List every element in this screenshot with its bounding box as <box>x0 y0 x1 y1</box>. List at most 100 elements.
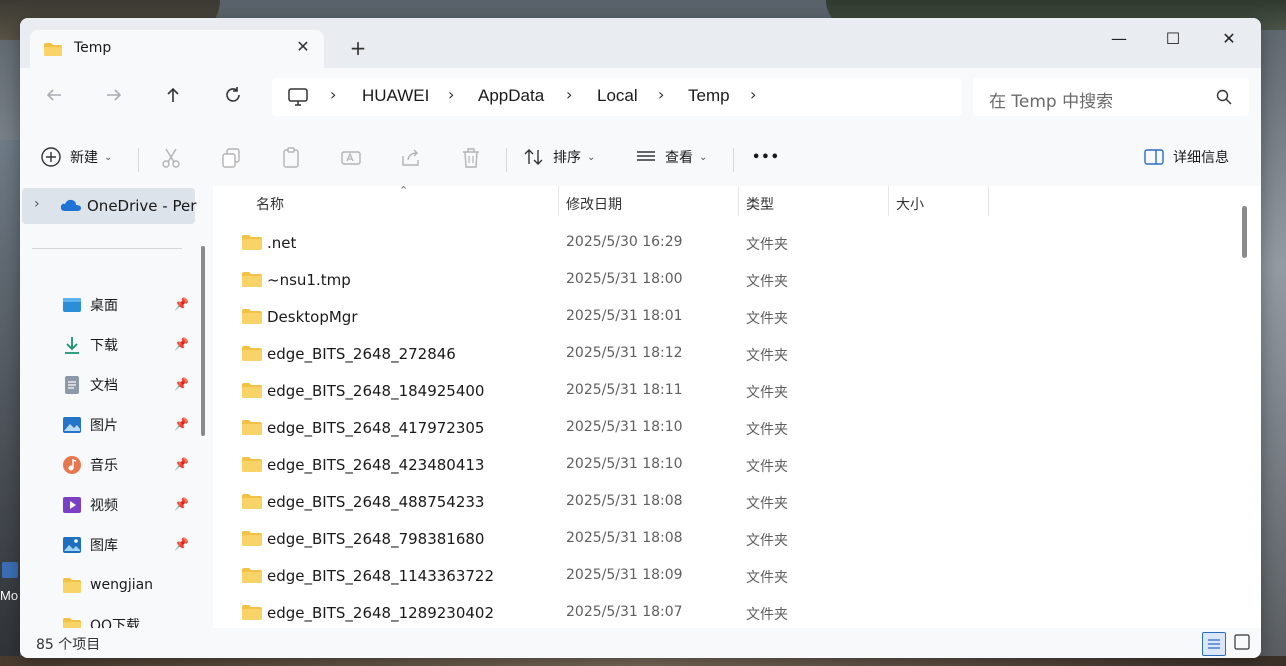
search-icon[interactable] <box>1215 88 1233 106</box>
file-date: 2025/5/31 18:00 <box>566 271 683 287</box>
arrow-up-icon <box>167 87 179 102</box>
chevron-down-icon: ⌄ <box>104 151 113 163</box>
sidebar-item-gallery[interactable]: 图库 <box>62 532 118 558</box>
folder-icon <box>242 272 262 287</box>
rename-icon[interactable] <box>339 146 363 170</box>
pin-icon[interactable]: 📌 <box>174 337 189 351</box>
file-row[interactable]: edge_BITS_2648_184925400 2025/5/31 18:11 文… <box>213 372 1213 409</box>
file-row[interactable]: edge_BITS_2648_798381680 2025/5/31 18:08 文… <box>213 520 1213 557</box>
column-header-date[interactable]: 修改日期 <box>566 194 622 214</box>
sidebar-item-music[interactable]: 音乐 <box>62 452 118 478</box>
file-row[interactable]: edge_BITS_2648_1143363722 2025/5/31 18:09… <box>213 557 1213 594</box>
search-input[interactable]: 在 Temp 中搜索 <box>989 87 1113 112</box>
close-window-button[interactable]: ✕ <box>1206 24 1252 54</box>
pin-icon[interactable]: 📌 <box>174 497 189 511</box>
pin-icon[interactable]: 📌 <box>174 297 189 311</box>
cut-icon[interactable] <box>159 146 183 170</box>
chevron-right-icon[interactable]: › <box>658 85 664 104</box>
forward-button[interactable] <box>100 84 128 112</box>
chevron-right-icon[interactable]: › <box>448 85 454 104</box>
folder-icon <box>242 383 262 398</box>
sidebar-item-pictures[interactable]: 图片 <box>62 412 118 438</box>
file-name[interactable]: edge_BITS_2648_423480413 <box>267 456 484 474</box>
view-button[interactable]: 查看 ⌄ <box>635 142 707 172</box>
status-bar: 85 个项目 <box>20 628 1261 658</box>
search-box[interactable]: 在 Temp 中搜索 <box>973 78 1249 116</box>
column-header-size[interactable]: 大小 <box>896 194 924 214</box>
folder-icon <box>242 309 262 324</box>
tiles-view-icon[interactable] <box>1234 634 1250 650</box>
file-row[interactable]: DesktopMgr 2025/5/31 18:01 文件夹 <box>213 298 1213 335</box>
file-type: 文件夹 <box>746 348 788 364</box>
file-row[interactable]: edge_BITS_2648_272846 2025/5/31 18:12 文件夹 <box>213 335 1213 372</box>
sidebar-scrollbar[interactable] <box>201 246 205 436</box>
tab-temp[interactable]: Temp ✕ <box>30 30 324 68</box>
folder-icon <box>242 605 262 620</box>
address-bar[interactable]: › HUAWEI › AppData › Local › Temp › <box>272 78 962 116</box>
file-name[interactable]: .net <box>267 234 296 252</box>
sidebar-item-wengjian[interactable]: wengjian <box>62 572 153 598</box>
file-name[interactable]: edge_BITS_2648_417972305 <box>267 419 484 437</box>
file-row[interactable]: edge_BITS_2648_423480413 2025/5/31 18:10 文… <box>213 446 1213 483</box>
sort-button[interactable]: 排序 ⌄ <box>523 142 595 172</box>
minimize-button[interactable]: — <box>1096 24 1142 54</box>
refresh-button[interactable] <box>219 84 247 112</box>
sidebar-item-documents[interactable]: 文档 <box>62 372 118 398</box>
pin-icon[interactable]: 📌 <box>174 417 189 431</box>
more-options-button[interactable]: ••• <box>752 142 780 172</box>
pin-icon[interactable]: 📌 <box>174 457 189 471</box>
file-row[interactable]: edge_BITS_2648_1289230402 2025/5/31 18:07… <box>213 594 1213 631</box>
paste-icon[interactable] <box>279 146 303 170</box>
column-header-name[interactable]: 名称 <box>256 194 284 214</box>
file-name[interactable]: edge_BITS_2648_1143363722 <box>267 567 494 585</box>
folder-icon <box>242 235 262 250</box>
file-name[interactable]: edge_BITS_2648_184925400 <box>267 382 484 400</box>
chevron-right-icon[interactable]: › <box>34 196 40 212</box>
desktop-shortcut-label[interactable]: Mo <box>0 588 18 603</box>
chevron-right-icon[interactable]: › <box>330 85 336 104</box>
new-button[interactable]: 新建 ⌄ <box>40 142 112 172</box>
copy-icon[interactable] <box>219 146 243 170</box>
breadcrumb-appdata[interactable]: AppData <box>478 86 544 106</box>
file-name[interactable]: edge_BITS_2648_488754233 <box>267 493 484 511</box>
up-button[interactable] <box>159 84 187 112</box>
file-row[interactable]: .net 2025/5/30 16:29 文件夹 <box>213 224 1213 261</box>
pin-icon[interactable]: 📌 <box>174 377 189 391</box>
details-view-button[interactable] <box>1202 632 1226 656</box>
list-scrollbar[interactable] <box>1242 206 1247 258</box>
desktop-shortcut-icon[interactable] <box>2 562 18 578</box>
breadcrumb-temp[interactable]: Temp <box>688 86 730 106</box>
file-type: 文件夹 <box>746 496 788 512</box>
file-name[interactable]: edge_BITS_2648_1289230402 <box>267 604 494 622</box>
file-name[interactable]: ~nsu1.tmp <box>267 271 351 289</box>
file-row[interactable]: edge_BITS_2648_488754233 2025/5/31 18:08 文… <box>213 483 1213 520</box>
back-button[interactable] <box>40 84 68 112</box>
file-row[interactable]: ~nsu1.tmp 2025/5/31 18:00 文件夹 <box>213 261 1213 298</box>
file-row[interactable]: edge_BITS_2648_417972305 2025/5/31 18:10 文… <box>213 409 1213 446</box>
file-name[interactable]: DesktopMgr <box>267 308 358 326</box>
tab-close-button[interactable]: ✕ <box>292 36 314 58</box>
new-tab-button[interactable]: + <box>346 36 370 60</box>
share-icon[interactable] <box>399 146 423 170</box>
chevron-right-icon[interactable]: › <box>750 85 756 104</box>
file-name[interactable]: edge_BITS_2648_798381680 <box>267 530 484 548</box>
column-divider[interactable] <box>988 186 989 216</box>
item-count: 85 个项目 <box>36 637 101 653</box>
chevron-right-icon[interactable]: › <box>566 85 572 104</box>
column-divider[interactable] <box>738 186 739 216</box>
sidebar-item-desktop[interactable]: 桌面 <box>62 292 118 318</box>
breadcrumb-huawei[interactable]: HUAWEI <box>362 86 429 106</box>
sidebar-item-downloads[interactable]: 下载 <box>62 332 118 358</box>
file-name[interactable]: edge_BITS_2648_272846 <box>267 345 456 363</box>
sidebar-item-videos[interactable]: 视频 <box>62 492 118 518</box>
pin-icon[interactable]: 📌 <box>174 537 189 551</box>
column-header-type[interactable]: 类型 <box>746 194 774 214</box>
maximize-button[interactable]: ☐ <box>1150 24 1196 54</box>
breadcrumb-local[interactable]: Local <box>597 86 638 106</box>
file-type: 文件夹 <box>746 311 788 327</box>
delete-icon[interactable] <box>459 146 483 170</box>
column-divider[interactable] <box>558 186 559 216</box>
column-divider[interactable] <box>888 186 889 216</box>
details-pane-button[interactable]: 详细信息 <box>1143 142 1229 172</box>
file-date: 2025/5/31 18:09 <box>566 567 683 583</box>
